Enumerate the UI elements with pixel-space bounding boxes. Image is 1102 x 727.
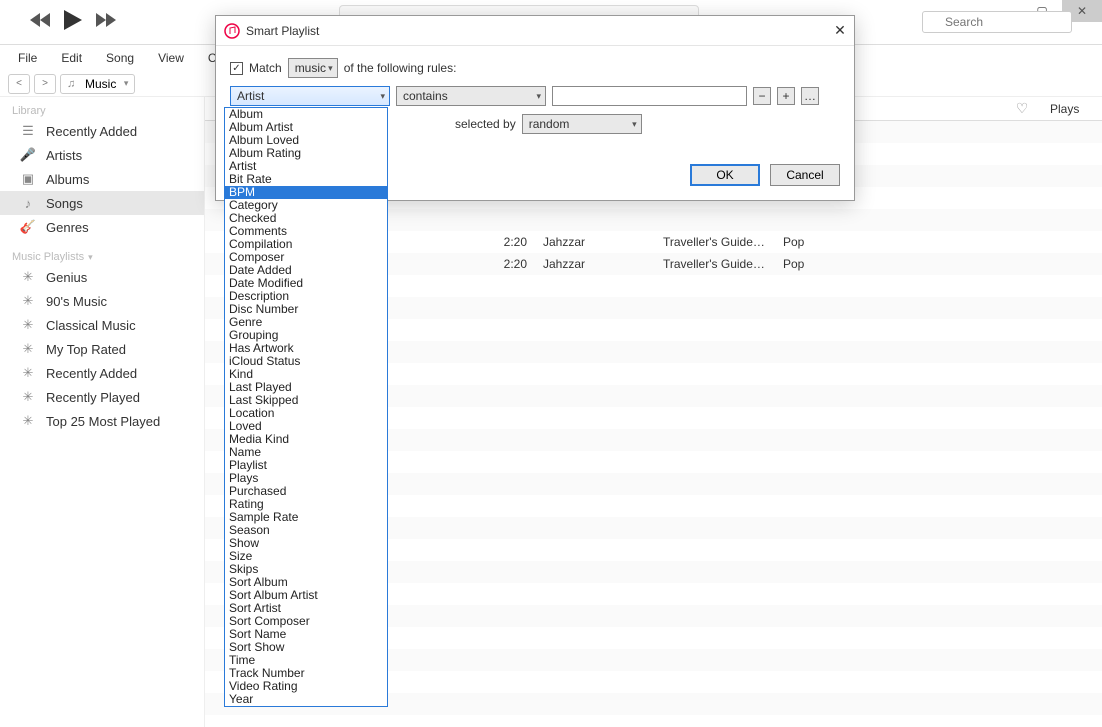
chevron-down-icon: ▾ (124, 78, 129, 89)
column-plays[interactable]: Plays (1042, 102, 1102, 116)
sidebar-item-recently-added[interactable]: ☰Recently Added (0, 119, 204, 143)
gear-icon: ✳ (20, 389, 36, 405)
sidebar-item-albums[interactable]: ▣Albums (0, 167, 204, 191)
sidebar-playlist-genius[interactable]: ✳Genius (0, 265, 204, 289)
nav-forward-button[interactable]: > (34, 74, 56, 94)
match-checkbox[interactable]: ✓ (230, 62, 243, 75)
cancel-button[interactable]: Cancel (770, 164, 840, 186)
play-icon[interactable] (64, 10, 82, 35)
library-selector-label: Music (85, 77, 116, 91)
list-icon: ☰ (20, 123, 36, 139)
chevron-down-icon: ▾ (536, 91, 541, 102)
menu-edit[interactable]: Edit (51, 49, 92, 67)
sidebar-playlist-90s[interactable]: ✳90's Music (0, 289, 204, 313)
chevron-down-icon: ▾ (632, 119, 637, 130)
rule-value-input[interactable] (552, 86, 747, 106)
sidebar-item-artists[interactable]: 🎤Artists (0, 143, 204, 167)
note-icon: ♪ (20, 195, 36, 211)
gear-icon: ✳ (20, 293, 36, 309)
sidebar-item-genres[interactable]: 🎸Genres (0, 215, 204, 239)
add-rule-button[interactable]: + (777, 87, 795, 105)
match-label: Match (249, 61, 282, 75)
sidebar-library-header: Library (0, 101, 204, 119)
heart-icon[interactable]: ♡ (1016, 100, 1029, 116)
sidebar: Library ☰Recently Added 🎤Artists ▣Albums… (0, 97, 205, 727)
ok-button[interactable]: OK (690, 164, 760, 186)
dialog-title: Smart Playlist (246, 24, 319, 38)
itunes-icon (224, 23, 240, 39)
next-track-icon[interactable] (96, 13, 116, 32)
sidebar-playlist-classical[interactable]: ✳Classical Music (0, 313, 204, 337)
mic-icon: 🎤 (20, 147, 36, 163)
rule-operator-select[interactable]: contains▾ (396, 86, 546, 106)
selected-by-label: selected by (455, 117, 516, 131)
chevron-down-icon: ▾ (88, 252, 93, 263)
menu-song[interactable]: Song (96, 49, 144, 67)
sidebar-playlist-top25[interactable]: ✳Top 25 Most Played (0, 409, 204, 433)
match-type-select[interactable]: music▾ (288, 58, 338, 78)
dialog-close-button[interactable]: ✕ (830, 20, 850, 40)
sidebar-playlists-header[interactable]: Music Playlists▾ (0, 247, 204, 265)
chevron-down-icon: ▾ (328, 63, 333, 74)
music-note-icon: ♫ (67, 78, 75, 90)
sidebar-playlist-recently-played[interactable]: ✳Recently Played (0, 385, 204, 409)
disc-icon: ▣ (20, 171, 36, 187)
remove-rule-button[interactable]: − (753, 87, 771, 105)
gear-icon: ✳ (20, 365, 36, 381)
chevron-down-icon: ▾ (380, 91, 385, 102)
gear-icon: ✳ (20, 269, 36, 285)
selected-by-select[interactable]: random▾ (522, 114, 642, 134)
match-suffix-label: of the following rules: (344, 61, 457, 75)
gear-icon: ✳ (20, 317, 36, 333)
nav-back-button[interactable]: < (8, 74, 30, 94)
gear-icon: ✳ (20, 413, 36, 429)
sidebar-item-songs[interactable]: ♪Songs (0, 191, 204, 215)
menu-view[interactable]: View (148, 49, 194, 67)
gear-icon: ✳ (20, 341, 36, 357)
search-input[interactable] (922, 11, 1072, 33)
menu-file[interactable]: File (8, 49, 47, 67)
more-rule-button[interactable]: … (801, 87, 819, 105)
sidebar-playlist-top-rated[interactable]: ✳My Top Rated (0, 337, 204, 361)
prev-track-icon[interactable] (30, 13, 50, 32)
rule-field-dropdown[interactable]: AlbumAlbum ArtistAlbum LovedAlbum Rating… (224, 107, 388, 707)
sidebar-playlist-recently-added[interactable]: ✳Recently Added (0, 361, 204, 385)
library-selector[interactable]: ♫ Music ▾ (60, 74, 135, 94)
dialog-titlebar: Smart Playlist ✕ (216, 16, 854, 46)
guitar-icon: 🎸 (20, 219, 36, 235)
rule-field-select[interactable]: Artist▾ (230, 86, 390, 106)
dropdown-option[interactable]: Year (225, 693, 387, 706)
